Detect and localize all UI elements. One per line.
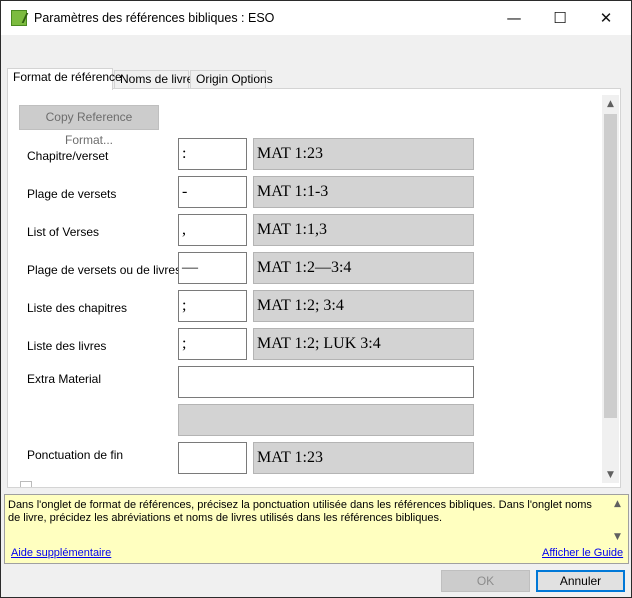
chapter-verse-example: MAT 1:23 xyxy=(253,138,474,170)
label-verse-range: Plage de versets xyxy=(27,187,117,201)
tab-origin-options[interactable]: Origin Options xyxy=(190,70,273,89)
help-scroll-down-icon[interactable]: ▼ xyxy=(609,528,626,545)
label-chapter-verse: Chapitre/verset xyxy=(27,149,109,163)
minimize-button[interactable]: — xyxy=(491,1,537,35)
tab-book-names[interactable]: Noms de livre xyxy=(114,70,193,89)
verse-range-example: MAT 1:1-3 xyxy=(253,176,474,208)
maximize-button[interactable]: ☐ xyxy=(537,1,583,35)
dialog-window: Paramètres des références bibliques : ES… xyxy=(0,0,632,598)
book-list-example: MAT 1:2; LUK 3:4 xyxy=(253,328,474,360)
list-of-verses-example: MAT 1:1,3 xyxy=(253,214,474,246)
extra-material-input[interactable] xyxy=(178,366,474,398)
label-book-list: Liste des livres xyxy=(27,339,107,353)
label-chapter-list: Liste des chapitres xyxy=(27,301,128,315)
label-verse-or-book-range: Plage de versets ou de livres xyxy=(27,263,182,277)
panel-scrollbar[interactable]: ▲ ▼ xyxy=(602,95,619,483)
copy-reference-format-button[interactable]: Copy Reference Format... xyxy=(19,105,159,147)
format-panel: Copy Reference Format... Chapitre/verset… xyxy=(7,88,621,488)
help-scroll-up-icon[interactable]: ▲ xyxy=(609,495,626,512)
chapter-list-input[interactable]: ; xyxy=(178,290,247,322)
chapter-list-example: MAT 1:2; 3:4 xyxy=(253,290,474,322)
verse-or-book-range-example: MAT 1:2—3:4 xyxy=(253,252,474,284)
scroll-up-icon[interactable]: ▲ xyxy=(602,95,619,112)
more-help-link[interactable]: Aide supplémentaire xyxy=(11,547,111,559)
scrollbar-thumb[interactable] xyxy=(604,114,617,418)
label-extra-material: Extra Material xyxy=(27,372,102,386)
cancel-button[interactable]: Annuler xyxy=(536,570,625,592)
book-list-input[interactable]: ; xyxy=(178,328,247,360)
label-list-of-verses: List of Verses xyxy=(27,225,100,239)
ok-button[interactable]: OK xyxy=(441,570,530,592)
window-title: Paramètres des références bibliques : ES… xyxy=(34,11,275,25)
title-bar: Paramètres des références bibliques : ES… xyxy=(1,1,631,35)
show-guide-link[interactable]: Afficher le Guide xyxy=(542,547,623,559)
verse-range-input[interactable]: - xyxy=(178,176,247,208)
help-pane: Dans l'onglet de format de références, p… xyxy=(4,494,629,564)
help-text: Dans l'onglet de format de références, p… xyxy=(8,499,592,524)
scroll-down-icon[interactable]: ▼ xyxy=(602,466,619,483)
label-final-punctuation: Ponctuation de fin xyxy=(27,448,124,462)
list-of-verses-input[interactable]: , xyxy=(178,214,247,246)
tab-format[interactable]: Format de référence xyxy=(7,68,122,90)
chapter-verse-input[interactable]: : xyxy=(178,138,247,170)
final-punctuation-example: MAT 1:23 xyxy=(253,442,474,474)
close-button[interactable]: ✕ xyxy=(583,1,629,35)
final-punctuation-input[interactable] xyxy=(178,442,247,474)
partially-hidden-checkbox[interactable] xyxy=(20,481,32,487)
extra-material-preview xyxy=(178,404,474,436)
app-icon xyxy=(11,10,27,26)
help-scrollbar[interactable]: ▲ ▼ xyxy=(609,495,626,545)
verse-or-book-range-input[interactable]: — xyxy=(178,252,247,284)
